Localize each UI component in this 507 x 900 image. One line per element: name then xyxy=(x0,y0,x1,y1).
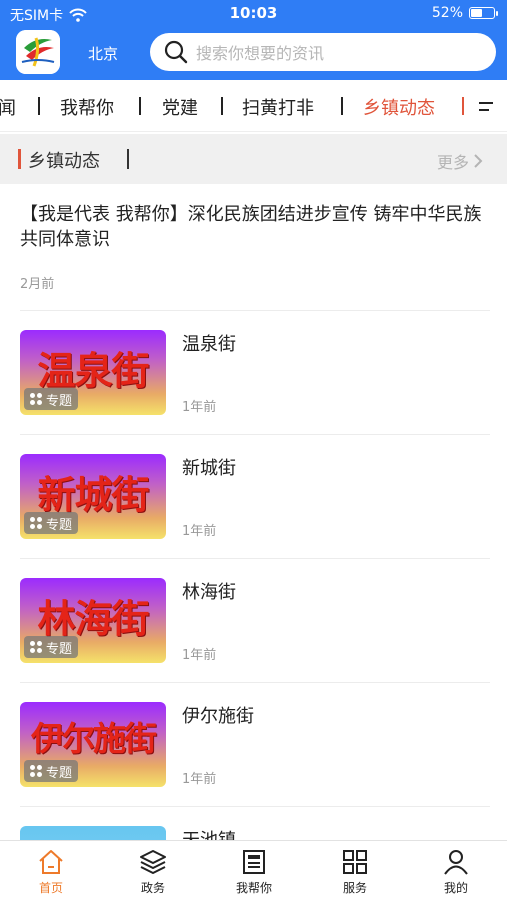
divider xyxy=(20,682,490,683)
item-title[interactable]: 伊尔施街 xyxy=(182,702,254,728)
divider xyxy=(20,434,490,435)
app-header: 北京 搜索你想要的资讯 xyxy=(0,28,507,80)
item-time: 1年前 xyxy=(182,400,217,415)
tab-party[interactable]: 党建 xyxy=(162,94,198,120)
nav-mine[interactable]: 我的 xyxy=(416,847,496,896)
tab-separator xyxy=(462,97,464,115)
list-item[interactable]: 温泉街 专题 温泉街 1年前 xyxy=(20,328,490,418)
city-selector[interactable]: 北京 xyxy=(88,43,118,64)
battery-percent: 52% xyxy=(431,5,463,21)
newspaper-icon xyxy=(243,850,265,874)
item-thumbnail[interactable] xyxy=(20,826,166,840)
section-accent-bar xyxy=(18,149,21,169)
item-title[interactable]: 林海街 xyxy=(182,578,236,604)
search-icon xyxy=(164,40,188,64)
nav-label: 首页 xyxy=(38,881,63,895)
item-time: 1年前 xyxy=(182,648,217,663)
status-bar: 无SIM卡 10:03 52% xyxy=(0,0,507,28)
layers-icon xyxy=(140,850,166,874)
tab-help-you[interactable]: 我帮你 xyxy=(60,94,114,120)
topic-badge: 专题 xyxy=(24,388,79,410)
battery-icon xyxy=(469,7,498,19)
channel-tabs: 闻 我帮你 党建 扫黄打非 乡镇动态 xyxy=(0,80,507,132)
badge-label: 专题 xyxy=(46,641,73,657)
section-divider xyxy=(127,149,129,169)
article-item[interactable]: 【我是代表 我帮你】深化民族团结进步宣传 铸牢中华民族共同体意识 2月前 xyxy=(20,202,492,292)
item-title[interactable]: 天池镇 xyxy=(182,826,236,840)
thumbnail-title: 伊尔施街 xyxy=(31,719,157,758)
search-bar[interactable]: 搜索你想要的资讯 xyxy=(150,33,496,71)
news-feed[interactable]: 【我是代表 我帮你】深化民族团结进步宣传 铸牢中华民族共同体意识 2月前 温泉街… xyxy=(0,184,507,840)
thumbnail-title: 新城街 xyxy=(37,472,149,517)
channel-menu-button[interactable] xyxy=(469,80,507,131)
clover-icon xyxy=(30,393,42,405)
article-headline[interactable]: 【我是代表 我帮你】深化民族团结进步宣传 铸牢中华民族共同体意识 xyxy=(20,202,492,252)
item-thumbnail[interactable]: 新城街 专题 xyxy=(20,454,166,539)
user-icon xyxy=(444,850,468,875)
badge-label: 专题 xyxy=(46,765,73,781)
chevron-right-icon xyxy=(474,154,483,168)
list-item[interactable]: 天池镇 xyxy=(20,824,490,840)
nav-label: 我帮你 xyxy=(235,881,272,895)
list-item[interactable]: 新城街 专题 新城街 1年前 xyxy=(20,452,490,542)
tab-separator xyxy=(341,97,343,115)
tab-town-news[interactable]: 乡镇动态 xyxy=(363,94,435,120)
grid-icon xyxy=(343,850,367,874)
more-label: 更多 xyxy=(436,153,469,172)
divider xyxy=(20,806,490,807)
list-item[interactable]: 林海街 专题 林海街 1年前 xyxy=(20,576,490,666)
badge-label: 专题 xyxy=(46,393,73,409)
nav-label: 政务 xyxy=(140,881,165,895)
menu-icon xyxy=(479,109,489,111)
section-header: 乡镇动态 更多 xyxy=(0,134,507,184)
item-thumbnail[interactable]: 林海街 专题 xyxy=(20,578,166,663)
search-placeholder: 搜索你想要的资讯 xyxy=(196,44,325,63)
topic-badge: 专题 xyxy=(24,512,79,534)
top-header: 无SIM卡 10:03 52% 北京 搜索你想要的资讯 xyxy=(0,0,507,80)
thumbnail-title: 温泉街 xyxy=(37,348,149,393)
topic-badge: 专题 xyxy=(24,636,79,658)
tab-anti-porn[interactable]: 扫黄打非 xyxy=(242,94,314,120)
nav-help-you[interactable]: 我帮你 xyxy=(214,847,294,896)
clover-icon xyxy=(30,641,42,653)
tab-separator xyxy=(38,97,40,115)
clover-icon xyxy=(30,517,42,529)
nav-home[interactable]: 首页 xyxy=(11,847,91,896)
tab-separator xyxy=(221,97,223,115)
list-item[interactable]: 伊尔施街 专题 伊尔施街 1年前 xyxy=(20,700,490,790)
status-right: 52% xyxy=(431,5,498,21)
home-icon xyxy=(39,850,63,874)
item-title[interactable]: 温泉街 xyxy=(182,330,236,356)
badge-label: 专题 xyxy=(46,517,73,533)
more-link[interactable]: 更多 xyxy=(437,149,483,173)
nav-label: 服务 xyxy=(342,881,367,895)
divider xyxy=(20,310,490,311)
item-time: 1年前 xyxy=(182,524,217,539)
clover-icon xyxy=(30,765,42,777)
item-title[interactable]: 新城街 xyxy=(182,454,236,480)
divider xyxy=(20,558,490,559)
item-time: 1年前 xyxy=(182,772,217,787)
tab-news[interactable]: 闻 xyxy=(0,94,16,120)
nav-label: 我的 xyxy=(443,881,468,895)
item-thumbnail[interactable]: 温泉街 专题 xyxy=(20,330,166,415)
nav-services[interactable]: 服务 xyxy=(315,847,395,896)
bottom-nav: 首页 政务 我帮你 服务 我的 xyxy=(0,840,507,900)
app-logo[interactable] xyxy=(16,30,60,74)
menu-icon xyxy=(479,102,493,104)
item-thumbnail[interactable]: 伊尔施街 专题 xyxy=(20,702,166,787)
thumbnail-title: 林海街 xyxy=(37,596,149,641)
logo-icon xyxy=(16,30,60,74)
topic-badge: 专题 xyxy=(24,760,79,782)
article-time: 2月前 xyxy=(20,277,55,292)
section-title: 乡镇动态 xyxy=(28,151,100,172)
tab-separator xyxy=(139,97,141,115)
nav-government[interactable]: 政务 xyxy=(113,847,193,896)
